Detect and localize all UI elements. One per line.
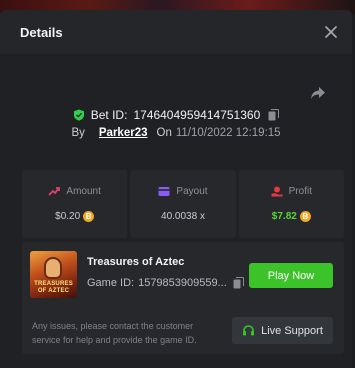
- stat-payout-value-row: 40.0038 x: [161, 211, 205, 222]
- amount-icon: [48, 187, 61, 196]
- game-id-value: 1579853909559...: [138, 277, 227, 289]
- headset-icon: [243, 325, 255, 336]
- coin-icon: B: [299, 211, 311, 222]
- bet-id-value: 1746404959414751360: [133, 108, 261, 122]
- bet-date: 11/10/2022 12:19:15: [175, 127, 281, 139]
- stat-amount: Amount $0.20 B: [22, 170, 128, 238]
- stat-profit-value-row: $7.82 B: [272, 211, 311, 222]
- coin-icon: B: [83, 211, 95, 222]
- stat-amount-header: Amount: [48, 186, 101, 197]
- copy-game-id-button[interactable]: [233, 277, 244, 289]
- copy-bet-id-button[interactable]: [268, 109, 280, 121]
- stat-payout: Payout 40.0038 x: [130, 170, 236, 238]
- share-icon: [311, 87, 325, 99]
- stat-profit-header: Profit: [271, 186, 312, 197]
- copy-icon: [233, 277, 244, 289]
- close-icon: [325, 26, 337, 38]
- game-panel: TREASURES OF AZTEC Treasures of Aztec Ga…: [22, 242, 344, 354]
- stat-profit-value: $7.82: [271, 211, 297, 222]
- play-now-button[interactable]: Play Now: [249, 263, 333, 288]
- stat-payout-header: Payout: [158, 186, 208, 197]
- username-link[interactable]: Parker23: [99, 127, 148, 139]
- game-id-label: Game ID:: [87, 277, 135, 289]
- verified-shield-icon: [73, 109, 85, 121]
- live-support-label: Live Support: [261, 324, 323, 337]
- close-button[interactable]: [323, 24, 339, 40]
- stat-amount-value-row: $0.20 B: [55, 211, 95, 222]
- stat-profit: Profit $7.82 B: [238, 170, 344, 238]
- payout-icon: [158, 187, 170, 196]
- modal-title: Details: [20, 24, 63, 40]
- game-thumbnail[interactable]: TREASURES OF AZTEC: [30, 251, 77, 298]
- live-support-button[interactable]: Live Support: [232, 317, 333, 344]
- details-modal: Details Bet ID: 1746404959414751360 By P…: [0, 10, 352, 368]
- stat-profit-label: Profit: [288, 186, 312, 197]
- profit-icon: [271, 186, 283, 197]
- thumbnail-figure: [44, 257, 62, 279]
- on-label: On: [156, 127, 172, 139]
- modal-header: Details: [0, 10, 352, 54]
- bet-author-row: By Parker23 On 11/10/2022 12:19:15: [0, 127, 352, 139]
- thumbnail-logo-text: TREASURES OF AZTEC: [34, 281, 73, 294]
- stat-amount-label: Amount: [66, 186, 101, 197]
- by-label: By: [71, 127, 85, 139]
- bet-id-label: Bet ID:: [90, 108, 128, 122]
- bet-id-row: Bet ID: 1746404959414751360: [0, 108, 352, 122]
- copy-icon: [268, 109, 280, 121]
- stat-payout-label: Payout: [176, 186, 208, 197]
- bet-stats: Amount $0.20 B Payout 40.0038 x Profit $…: [22, 170, 344, 238]
- stat-amount-value: $0.20: [55, 211, 81, 222]
- stat-payout-value: 40.0038 x: [161, 211, 205, 222]
- share-button[interactable]: [310, 86, 328, 102]
- support-help-text: Any issues, please contact the customer …: [32, 321, 197, 345]
- game-name: Treasures of Aztec: [87, 256, 185, 268]
- game-id-row: Game ID: 1579853909559...: [87, 277, 244, 289]
